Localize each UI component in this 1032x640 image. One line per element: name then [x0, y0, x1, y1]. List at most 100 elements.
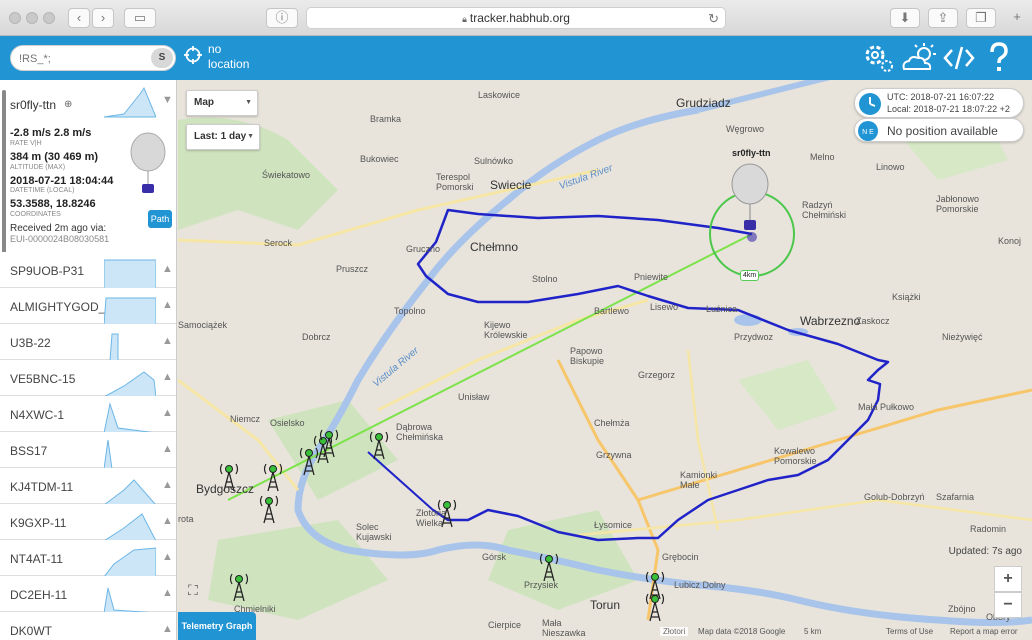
- share-button[interactable]: ⇪: [928, 8, 958, 28]
- receiver-antenna-icon[interactable]: [228, 572, 250, 602]
- target-icon[interactable]: ⊕: [64, 99, 72, 110]
- place-label-linowo: Linowo: [876, 162, 905, 172]
- report-error-link[interactable]: Report a map error: [950, 627, 1018, 636]
- receiver-antenna-icon[interactable]: [318, 428, 340, 458]
- altitude-sparkline: [104, 259, 156, 290]
- minimize-window-icon[interactable]: [26, 12, 38, 24]
- map-view[interactable]: Map ▼ Last: 1 day ▼ UTC: 2018-07-21 16:07:…: [178, 80, 1032, 640]
- altitude-sparkline: [104, 86, 156, 118]
- local-time: Local: 2018-07-21 18:07:22 +2: [887, 104, 1010, 114]
- updated-status: Updated: 7s ago: [948, 546, 1022, 557]
- maximize-window-icon[interactable]: [43, 12, 55, 24]
- vehicle-name: NT4AT-11: [10, 552, 63, 566]
- settings-icon[interactable]: [862, 41, 896, 75]
- fullscreen-icon[interactable]: ⛶: [188, 582, 210, 604]
- vehicle-row[interactable]: KJ4TDM-11 ▲: [0, 468, 176, 506]
- receiver-antenna-icon[interactable]: [258, 494, 280, 524]
- path-button[interactable]: Path: [148, 210, 172, 228]
- code-icon[interactable]: [942, 41, 976, 75]
- expand-icon[interactable]: ▲: [162, 587, 173, 599]
- sidebar-toggle-button[interactable]: ▭: [124, 8, 156, 28]
- place-label-swiecie: Swiecie: [490, 178, 532, 192]
- vehicle-row[interactable]: NT4AT-11 ▲: [0, 540, 176, 578]
- receiver-antenna-icon[interactable]: [538, 552, 560, 582]
- place-label-samociazek: Samociążek: [178, 320, 228, 330]
- expand-icon[interactable]: ▲: [162, 551, 173, 563]
- vehicle-list[interactable]: sr0fly-ttn ⊕ ▼ -2.8 m/s 2.8 m/s RATE V|H…: [0, 80, 177, 640]
- place-label-dabrowa: Dąbrowa Chełmińska: [396, 422, 444, 442]
- privacy-report-button[interactable]: ⓘ: [266, 8, 298, 28]
- place-label-przysiek: Przysiek: [524, 580, 559, 590]
- altitude-sparkline: [104, 439, 113, 470]
- rate-value: -2.8 m/s 2.8 m/s: [10, 127, 92, 139]
- place-label-unislaw: Unisław: [458, 392, 490, 402]
- period-select[interactable]: Last: 1 day ▼: [186, 124, 260, 150]
- expand-icon[interactable]: ▲: [162, 515, 173, 527]
- vehicle-row[interactable]: ALMIGHTYGOD_chase ▲: [0, 288, 176, 326]
- place-label-wabrzezno: Wabrzezno: [800, 314, 861, 328]
- expand-icon[interactable]: ▲: [162, 623, 173, 635]
- altitude-sparkline: [104, 587, 156, 614]
- place-label-lubicz: Lubicz Dolny: [674, 580, 726, 590]
- expand-icon[interactable]: ▲: [162, 299, 173, 311]
- vehicle-row[interactable]: DC2EH-11 ▲: [0, 576, 176, 614]
- zoom-in-button[interactable]: +: [994, 566, 1022, 592]
- map-attribution: Map data ©2018 Google: [698, 627, 786, 636]
- search-input[interactable]: [19, 50, 149, 67]
- downloads-button[interactable]: ⬇: [890, 8, 920, 28]
- place-label-cierpice: Cierpice: [488, 620, 522, 630]
- vehicle-name: SP9UOB-P31: [10, 264, 85, 278]
- place-label-radzyn: Radzyń Chełmiński: [802, 200, 847, 220]
- vehicle-name: U3B-22: [10, 336, 51, 350]
- tabs-button[interactable]: ❐: [966, 8, 996, 28]
- close-window-icon[interactable]: [9, 12, 21, 24]
- search-button[interactable]: S: [151, 48, 173, 68]
- reload-icon[interactable]: ↻: [708, 8, 719, 29]
- datetime-label: DATETIME (LOCAL): [10, 187, 75, 194]
- expand-icon[interactable]: ▲: [162, 371, 173, 383]
- receiver-antenna-icon[interactable]: [644, 592, 666, 622]
- place-label-mala-nieszawka: Mała Nieszawka: [542, 618, 586, 638]
- new-tab-button[interactable]: +: [1006, 8, 1028, 28]
- crosshair-icon[interactable]: [183, 45, 203, 65]
- zoom-out-button[interactable]: −: [994, 592, 1022, 618]
- forward-button[interactable]: ›: [92, 8, 114, 28]
- terms-link[interactable]: Terms of Use: [886, 627, 933, 636]
- help-icon[interactable]: [984, 41, 1014, 75]
- vehicle-row[interactable]: K9GXP-11 ▲: [0, 504, 176, 542]
- weather-icon[interactable]: [900, 41, 938, 75]
- receiver-antenna-icon[interactable]: [368, 430, 390, 460]
- place-label-zlotoria: Złotoria Wielka: [416, 508, 447, 528]
- place-label-zaskocz: Zaskocz: [856, 316, 890, 326]
- expand-icon[interactable]: ▲: [162, 443, 173, 455]
- vehicle-name: sr0fly-ttn: [10, 98, 57, 112]
- address-bar[interactable]: 🔒︎ tracker.habhub.org ↻: [306, 7, 726, 29]
- vehicle-row[interactable]: SP9UOB-P31 ▲: [0, 252, 176, 290]
- expand-icon[interactable]: ▲: [162, 263, 173, 275]
- location-status: no location: [208, 42, 250, 71]
- altitude-value: 384 m (30 469 m): [10, 151, 99, 163]
- vehicle-name: DC2EH-11: [10, 588, 68, 602]
- expand-icon[interactable]: ▲: [162, 407, 173, 419]
- telemetry-graph-button[interactable]: Telemetry Graph: [178, 612, 256, 640]
- place-label-laskowice: Laskowice: [478, 90, 521, 100]
- receiver-antenna-icon[interactable]: [262, 462, 284, 492]
- vehicle-row[interactable]: VE5BNC-15 ▲: [0, 360, 176, 398]
- collapse-icon[interactable]: ▼: [162, 94, 173, 106]
- map-type-select[interactable]: Map ▼: [186, 90, 258, 116]
- place-label-chelmno: Chełmno: [470, 240, 519, 254]
- position-status: No position available: [887, 124, 998, 138]
- back-button[interactable]: ‹: [68, 8, 90, 28]
- place-label-grebocin: Grębocin: [662, 552, 699, 562]
- vehicle-row[interactable]: N4XWC-1 ▲: [0, 396, 176, 434]
- balloon-name-label: sr0fly-ttn: [732, 148, 771, 158]
- vehicle-row[interactable]: DK0WT ▲: [0, 612, 176, 640]
- altitude-sparkline: [104, 547, 156, 578]
- app-header: S no location: [0, 36, 1032, 80]
- place-label-sulnowko: Sulnówko: [474, 156, 514, 166]
- expand-icon[interactable]: ▲: [162, 479, 173, 491]
- vehicle-row[interactable]: BSS17 ▲: [0, 432, 176, 470]
- vehicle-row[interactable]: U3B-22 ▲: [0, 324, 176, 362]
- expand-icon[interactable]: ▲: [162, 335, 173, 347]
- place-label-topolno: Topolno: [394, 306, 426, 316]
